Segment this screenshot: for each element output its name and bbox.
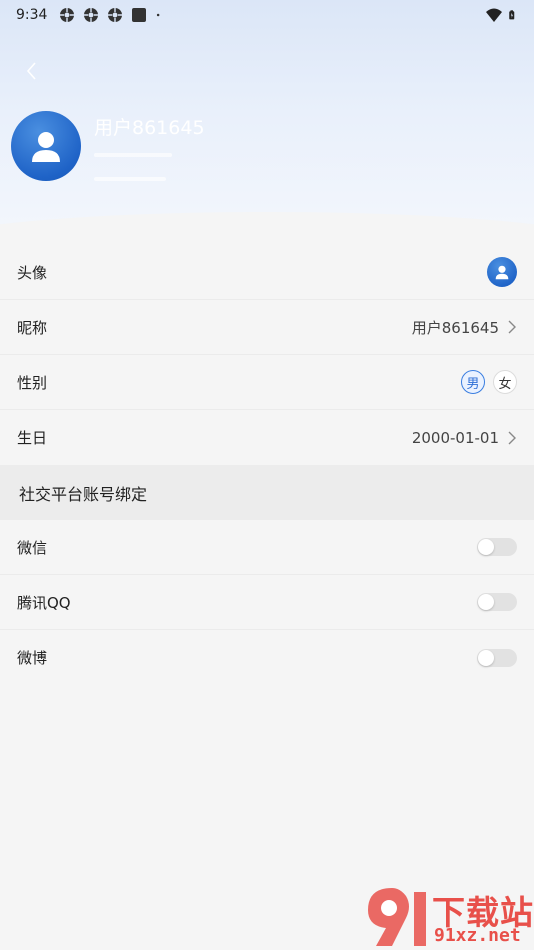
toggle-knob xyxy=(478,594,494,610)
row-right: 用户861645 xyxy=(412,317,517,338)
row-right xyxy=(477,593,517,611)
settings-gear-icon xyxy=(60,8,75,22)
gender-options: 男 女 xyxy=(461,370,517,394)
social-row-weibo: 微博 xyxy=(0,630,534,685)
weibo-toggle[interactable] xyxy=(477,648,517,667)
social-row-wechat: 微信 xyxy=(0,520,534,575)
status-time: 9:34 xyxy=(16,7,48,23)
profile-info-line xyxy=(94,153,172,157)
back-button[interactable] xyxy=(18,58,44,84)
row-right xyxy=(487,257,517,287)
gender-female-option[interactable]: 女 xyxy=(493,370,517,394)
birthday-row[interactable]: 生日 2000-01-01 xyxy=(0,410,534,465)
toggle-knob xyxy=(478,539,494,555)
birthday-value: 2000-01-01 xyxy=(411,428,499,447)
status-bar: 9:34 xyxy=(0,0,534,30)
watermark-url: 91xz.net xyxy=(434,925,521,946)
square-app-icon xyxy=(132,8,147,22)
notification-icons xyxy=(59,7,165,23)
profile-avatar[interactable] xyxy=(11,111,81,181)
avatar-row[interactable]: 头像 xyxy=(0,245,534,300)
status-right xyxy=(486,7,518,23)
profile-header xyxy=(0,0,534,250)
social-row-qq: 腾讯QQ xyxy=(0,575,534,630)
row-label: 昵称 xyxy=(17,318,48,337)
row-right xyxy=(477,538,517,556)
chevron-left-icon xyxy=(26,62,36,80)
row-label: 微博 xyxy=(17,649,48,667)
wifi-icon xyxy=(486,8,502,22)
profile-info-line xyxy=(94,177,166,181)
social-section-title: 社交平台账号绑定 xyxy=(0,465,534,520)
gender-row: 性别 男 女 xyxy=(0,355,534,410)
nickname-row[interactable]: 昵称 用户861645 xyxy=(0,300,534,355)
qq-toggle[interactable] xyxy=(477,593,517,611)
chevron-right-icon xyxy=(508,431,516,444)
profile-username: 用户861645 xyxy=(94,117,205,139)
avatar[interactable] xyxy=(487,257,517,287)
settings-gear-icon xyxy=(84,8,99,22)
row-label: 生日 xyxy=(17,429,48,447)
gender-male-option[interactable]: 男 xyxy=(461,370,485,394)
row-label: 性别 xyxy=(17,373,48,392)
chevron-right-icon xyxy=(508,320,516,334)
dot-icon xyxy=(157,13,160,17)
battery-icon xyxy=(509,10,515,20)
user-icon xyxy=(495,265,509,280)
wechat-toggle[interactable] xyxy=(477,538,517,556)
toggle-knob xyxy=(478,649,494,666)
nickname-value: 用户861645 xyxy=(411,318,499,337)
row-right: 2000-01-01 xyxy=(412,429,517,447)
settings-gear-icon xyxy=(108,8,123,22)
row-label: 微信 xyxy=(17,538,48,557)
row-label: 腾讯QQ xyxy=(17,593,71,612)
row-right xyxy=(477,648,517,667)
row-label: 头像 xyxy=(17,263,48,282)
user-icon xyxy=(32,132,60,162)
